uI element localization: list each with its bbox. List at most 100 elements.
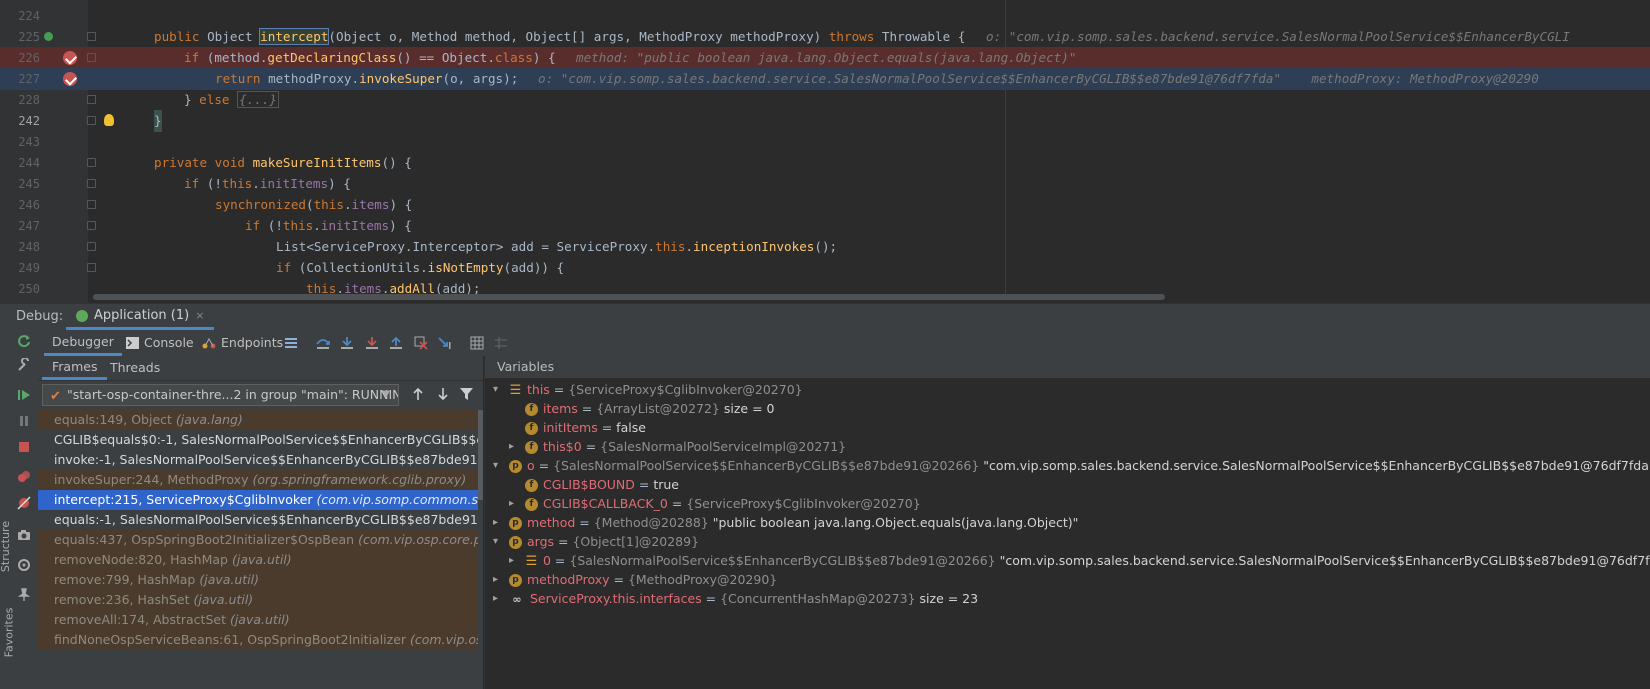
expand-right-icon[interactable]: ▸ — [493, 570, 498, 589]
variable-row[interactable]: ▸ f this$0 = {SalesNormalPoolServiceImpl@2… — [509, 437, 846, 456]
frame-row[interactable]: removeNode:820, HashMap (java.util) — [38, 550, 478, 570]
settings-gear-icon[interactable] — [17, 558, 31, 572]
view-breakpoints-icon[interactable] — [17, 470, 31, 484]
frame-row[interactable]: invokeSuper:244, MethodProxy (org.spring… — [38, 470, 478, 490]
expand-right-icon[interactable]: ▸ — [493, 513, 498, 532]
frame-row[interactable]: remove:799, HashMap (java.util) — [38, 570, 478, 590]
code-line-execution-point[interactable]: 227 return methodProxy.invokeSuper(o, ar… — [0, 68, 1650, 90]
pin-icon[interactable] — [17, 588, 31, 602]
expand-right-icon[interactable]: ▸ — [509, 494, 514, 513]
fold-icon[interactable] — [87, 179, 96, 188]
rerun-icon[interactable] — [17, 334, 31, 348]
tab-debugger[interactable]: Debugger — [44, 330, 122, 356]
variable-row[interactable]: f items = {ArrayList@20272} size = 0 — [525, 399, 774, 418]
variable-row[interactable]: ▸ ∞ ServiceProxy.this.interfaces = {Concur… — [493, 589, 978, 608]
tab-threads[interactable]: Threads — [110, 356, 160, 380]
menu-icon[interactable] — [284, 336, 298, 350]
stop-icon[interactable] — [17, 440, 31, 454]
code-line[interactable]: 249 if (CollectionUtils.isNotEmpty(add))… — [0, 257, 1650, 279]
filter-icon[interactable] — [460, 388, 473, 400]
expand-down-icon[interactable]: ▾ — [493, 532, 498, 551]
variable-row[interactable]: ▸ p methodProxy = {MethodProxy@20290} — [493, 570, 777, 589]
expand-down-icon[interactable]: ▾ — [493, 380, 498, 399]
frame-row-selected[interactable]: intercept:215, ServiceProxy$CglibInvoker… — [38, 490, 478, 510]
code-line-breakpoint[interactable]: 226 if (method.getDeclaringClass() == Ob… — [0, 47, 1650, 69]
frame-row[interactable]: invoke:-1, SalesNormalPoolService$$Enhan… — [38, 450, 478, 470]
fold-icon[interactable] — [87, 200, 96, 209]
code-line[interactable]: 246 synchronized(this.items) { — [0, 194, 1650, 216]
code-line[interactable]: 225 public Object intercept(Object o, Me… — [0, 26, 1650, 48]
arrow-up-icon[interactable] — [412, 387, 424, 401]
code-line[interactable]: 247 if (!this.initItems) { — [0, 215, 1650, 237]
tab-frames[interactable]: Frames — [42, 356, 108, 380]
camera-icon[interactable] — [17, 528, 31, 542]
variable-name: methodProxy — [527, 572, 610, 587]
close-icon[interactable]: × — [195, 304, 204, 328]
parameter-icon: p — [509, 460, 522, 473]
tab-application-session[interactable]: Application (1) × — [66, 304, 215, 330]
drop-frame-icon[interactable] — [414, 336, 428, 350]
trace-stream-icon[interactable] — [494, 336, 508, 350]
mute-breakpoints-icon[interactable] — [17, 496, 31, 510]
variable-row[interactable]: f initItems = false — [525, 418, 646, 437]
fold-icon[interactable] — [87, 242, 96, 251]
frame-row[interactable]: equals:-1, SalesNormalPoolService$$Enhan… — [38, 510, 478, 530]
fold-icon[interactable] — [87, 263, 96, 272]
expand-down-icon[interactable]: ▾ — [493, 456, 498, 475]
fold-icon[interactable] — [87, 32, 96, 41]
variable-row[interactable]: ▸ ☰ 0 = {SalesNormalPoolService$$EnhancerB… — [509, 551, 1650, 570]
frame-method: equals:437, OspSpringBoot2Initializer$Os… — [54, 532, 359, 547]
frame-row[interactable]: removeAll:174, AbstractSet (java.util) — [38, 610, 478, 630]
expand-right-icon[interactable]: ▸ — [493, 589, 498, 608]
frame-row[interactable]: equals:149, Object (java.lang) — [38, 410, 478, 430]
pause-icon[interactable] — [17, 414, 31, 428]
thread-selector-dropdown[interactable]: ✔ "start-osp-container-thre...2 in group… — [42, 384, 399, 406]
line-number: 244 — [18, 156, 40, 170]
fold-icon[interactable] — [87, 95, 96, 104]
variable-row[interactable]: ▸ p method = {Method@20288} "public boolea… — [493, 513, 1078, 532]
code-line[interactable]: 224 — [0, 5, 1650, 27]
lightbulb-icon[interactable] — [104, 114, 114, 126]
variable-row[interactable]: ▾ p o = {SalesNormalPoolService$$EnhancerB… — [493, 456, 1650, 475]
code-editor[interactable]: 224 225 public Object intercept(Object o… — [0, 0, 1650, 316]
override-icon[interactable] — [44, 32, 53, 41]
fold-icon[interactable] — [87, 158, 96, 167]
variable-row[interactable]: ▸ f CGLIB$CALLBACK_0 = {ServiceProxy$Cglib… — [509, 494, 921, 513]
breakpoint-icon[interactable] — [63, 72, 77, 86]
force-step-into-icon[interactable] — [365, 336, 379, 350]
frame-row[interactable]: remove:236, HashSet (java.util) — [38, 590, 478, 610]
code-line[interactable]: 228 } else {...} — [0, 89, 1650, 111]
frame-row[interactable]: CGLIB$equals$0:-1, SalesNormalPoolServic… — [38, 430, 478, 450]
favorites-side-tab[interactable]: Favorites — [2, 608, 15, 658]
code-line[interactable]: 244 private void makeSureInitItems() { — [0, 152, 1650, 174]
horizontal-scrollbar[interactable] — [93, 294, 1165, 300]
variable-row[interactable]: ▾ p args = {Object[1]@20289} — [493, 532, 699, 551]
tab-endpoints[interactable]: Endpoints — [202, 330, 283, 356]
evaluate-expression-icon[interactable] — [470, 336, 484, 350]
breakpoint-icon[interactable] — [63, 51, 77, 65]
code-line[interactable]: 248 List<ServiceProxy.Interceptor> add =… — [0, 236, 1650, 258]
variable-name: initItems — [543, 420, 598, 435]
code-line[interactable]: 243 — [0, 131, 1650, 153]
fold-icon[interactable] — [87, 53, 96, 62]
frame-row[interactable]: equals:437, OspSpringBoot2Initializer$Os… — [38, 530, 478, 550]
frames-scrollbar[interactable] — [478, 410, 483, 500]
frame-row[interactable]: findNoneOspServiceBeans:61, OspSpringBoo… — [38, 630, 478, 650]
variable-row[interactable]: ▾ ☰ this = {ServiceProxy$CglibInvoker@2027… — [493, 380, 803, 399]
arrow-down-icon[interactable] — [437, 387, 449, 401]
step-into-icon[interactable] — [340, 336, 354, 350]
expand-right-icon[interactable]: ▸ — [509, 437, 514, 456]
fold-icon[interactable] — [87, 221, 96, 230]
resume-icon[interactable] — [17, 388, 31, 402]
variable-row[interactable]: f CGLIB$BOUND = true — [525, 475, 679, 494]
expand-right-icon[interactable]: ▸ — [509, 551, 514, 570]
step-out-icon[interactable] — [389, 336, 403, 350]
step-over-icon[interactable] — [316, 336, 330, 350]
wrench-icon[interactable] — [17, 358, 31, 372]
fold-icon[interactable] — [87, 116, 96, 125]
structure-side-tab[interactable]: Structure — [0, 521, 12, 572]
code-line[interactable]: 245 if (!this.initItems) { — [0, 173, 1650, 195]
code-line[interactable]: 242 } — [0, 110, 1650, 132]
run-to-cursor-icon[interactable] — [438, 336, 452, 350]
tab-console[interactable]: Console — [126, 330, 194, 356]
